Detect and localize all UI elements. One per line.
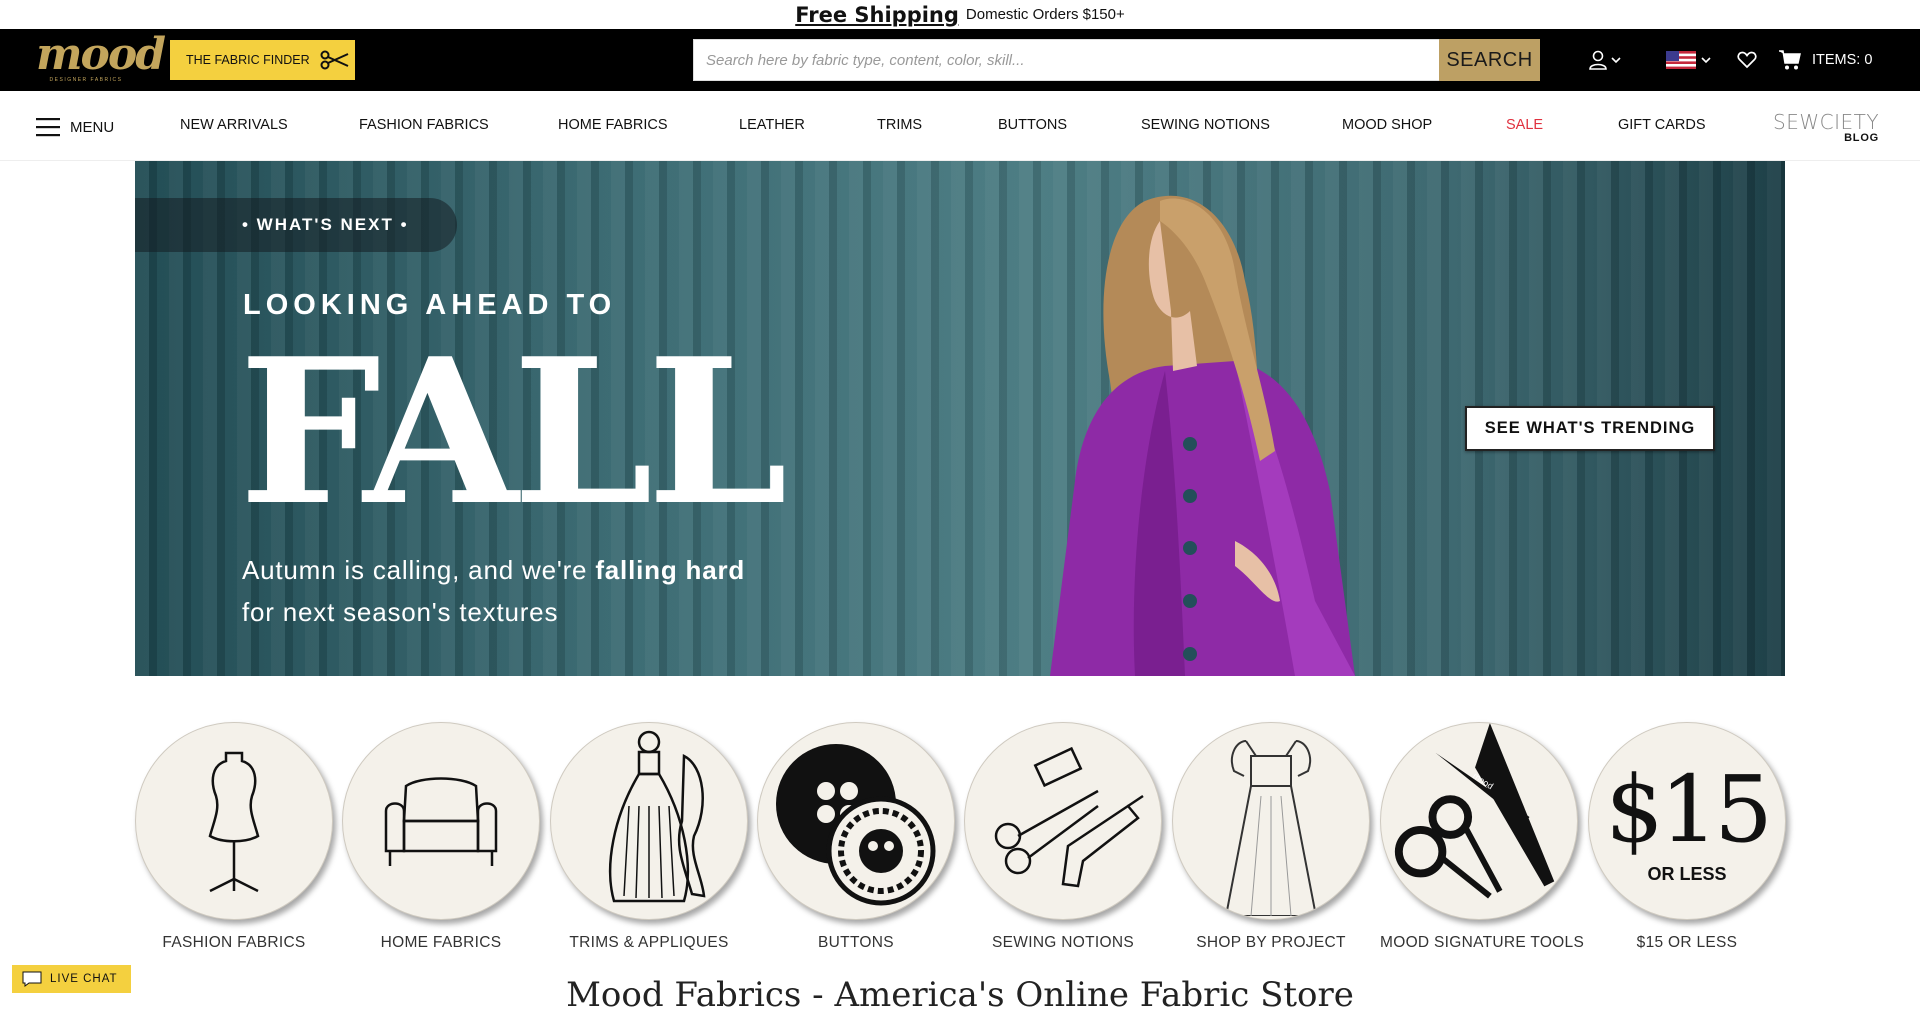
- tassel-icon: [608, 730, 706, 903]
- nav-leather[interactable]: LEATHER: [739, 117, 805, 133]
- category-image: mood: [1380, 722, 1578, 920]
- category-image: [1172, 722, 1370, 920]
- see-whats-trending-button[interactable]: SEE WHAT'S TRENDING: [1465, 406, 1715, 451]
- price-caption: OR LESS: [1647, 863, 1727, 884]
- promo-detail: Domestic Orders $150+: [965, 6, 1125, 23]
- category-label: FASHION FABRICS: [162, 934, 306, 951]
- armchair-icon: [384, 777, 498, 866]
- main-nav: MENU NEW ARRIVALS FASHION FABRICS HOME F…: [0, 91, 1920, 161]
- nav-new-arrivals[interactable]: NEW ARRIVALS: [180, 117, 288, 133]
- chevron-down-icon: [1701, 57, 1711, 64]
- mood-logo[interactable]: mood DESIGNER FABRICS: [36, 29, 166, 87]
- dress-form-icon: [208, 751, 260, 893]
- account-menu[interactable]: [1588, 47, 1622, 73]
- category-label: BUTTONS: [818, 934, 894, 951]
- scissors-icon: [320, 50, 349, 70]
- category-mood-signature-tools[interactable]: mood MOOD SIGNATURE TOOLS: [1380, 722, 1585, 952]
- nav-sale[interactable]: SALE: [1506, 117, 1543, 133]
- category-label: $15 OR LESS: [1636, 934, 1738, 951]
- scissors-icon: mood: [1394, 723, 1555, 899]
- category-15-or-less[interactable]: $15 OR LESS $15 OR LESS: [1588, 722, 1786, 952]
- section-heading: Mood Fabrics - America's Online Fabric S…: [566, 975, 1354, 1015]
- nav-gift-cards[interactable]: GIFT CARDS: [1618, 117, 1706, 133]
- hero-eyebrow: • WHAT'S NEXT •: [135, 198, 457, 252]
- category-fashion-fabrics[interactable]: FASHION FABRICS: [135, 722, 333, 952]
- country-selector[interactable]: [1666, 47, 1712, 73]
- sewciety-title: SEWCIETY: [1773, 110, 1880, 134]
- category-image: [342, 722, 540, 920]
- nav-sewing-notions[interactable]: SEWING NOTIONS: [1141, 117, 1270, 133]
- menu-label: MENU: [70, 118, 115, 136]
- nav-home-fabrics[interactable]: HOME FABRICS: [558, 117, 668, 133]
- cart-count: ITEMS: 0: [1812, 52, 1873, 68]
- hamburger-icon: [36, 118, 60, 137]
- heart-icon: [1737, 51, 1757, 69]
- menu-button[interactable]: MENU: [36, 117, 114, 137]
- category-shop-by-project[interactable]: SHOP BY PROJECT: [1172, 722, 1370, 952]
- dress-sketch-icon: [1224, 740, 1318, 916]
- promo-headline[interactable]: Free Shipping: [795, 3, 959, 27]
- category-sewing-notions[interactable]: SEWING NOTIONS: [964, 722, 1162, 952]
- cart-icon: [1779, 50, 1801, 70]
- us-flag-icon: [1666, 51, 1696, 69]
- search-button[interactable]: SEARCH: [1439, 39, 1540, 81]
- hero-subtitle-emphasis: falling hard: [595, 555, 746, 585]
- hero-subtitle: Autumn is calling, and we're falling har…: [242, 549, 762, 633]
- category-buttons[interactable]: BUTTONS: [757, 722, 955, 952]
- category-image: $15 OR LESS: [1588, 722, 1786, 920]
- search-bar: SEARCH: [693, 39, 1540, 81]
- cart-button[interactable]: ITEMS: 0: [1778, 47, 1872, 73]
- category-label: MOOD SIGNATURE TOOLS: [1380, 934, 1585, 951]
- logo-tagline: DESIGNER FABRICS: [49, 77, 123, 83]
- category-trims-appliques[interactable]: TRIMS & APPLIQUES: [550, 722, 748, 952]
- wishlist-button[interactable]: [1737, 47, 1757, 73]
- hero-banner[interactable]: • WHAT'S NEXT • LOOKING AHEAD TO FALL Au…: [135, 161, 1785, 676]
- live-chat-label: LIVE CHAT: [50, 973, 118, 985]
- category-label: SEWING NOTIONS: [992, 934, 1134, 951]
- hero-subtitle-part-1: Autumn is calling, and we're: [242, 555, 596, 585]
- fabric-finder-label: THE FABRIC FINDER: [186, 53, 310, 67]
- category-label: SHOP BY PROJECT: [1196, 934, 1346, 951]
- hero-title: FALL: [239, 315, 788, 550]
- buttons-icon: [776, 744, 936, 906]
- user-icon: [1589, 50, 1607, 70]
- search-input[interactable]: [693, 39, 1439, 81]
- sewing-tools-icon: [994, 746, 1144, 888]
- nav-buttons[interactable]: BUTTONS: [998, 117, 1067, 133]
- hero-subtitle-part-2: for next season's textures: [242, 597, 559, 627]
- category-image: [964, 722, 1162, 920]
- site-header: mood DESIGNER FABRICS THE FABRIC FINDER …: [0, 29, 1920, 91]
- fabric-finder-button[interactable]: THE FABRIC FINDER: [170, 40, 355, 80]
- category-home-fabrics[interactable]: HOME FABRICS: [342, 722, 540, 952]
- category-label: TRIMS & APPLIQUES: [569, 934, 729, 951]
- category-image: [135, 722, 333, 920]
- live-chat-button[interactable]: LIVE CHAT: [12, 965, 131, 993]
- nav-fashion-fabrics[interactable]: FASHION FABRICS: [359, 117, 489, 133]
- category-label: HOME FABRICS: [380, 934, 502, 951]
- promo-bar: Free Shipping Domestic Orders $150+: [0, 0, 1920, 29]
- chat-bubble-icon: [22, 971, 42, 987]
- price-amount: $15: [1605, 755, 1773, 863]
- hero-model-image: [1050, 195, 1355, 676]
- logo-wordmark: mood: [36, 29, 166, 80]
- chevron-down-icon: [1611, 57, 1621, 64]
- category-image: [550, 722, 748, 920]
- category-image: [757, 722, 955, 920]
- nav-mood-shop[interactable]: MOOD SHOP: [1342, 117, 1432, 133]
- nav-trims[interactable]: TRIMS: [877, 117, 922, 133]
- sewciety-blog-link[interactable]: SEWCIETY BLOG: [1773, 110, 1879, 144]
